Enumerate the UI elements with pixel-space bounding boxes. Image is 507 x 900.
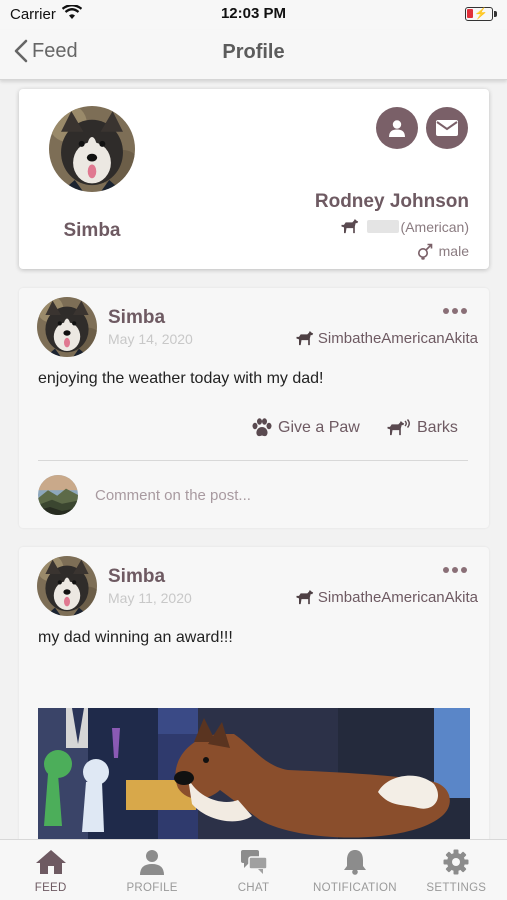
barks-label: Barks — [417, 419, 458, 436]
tab-label: CHAT — [237, 882, 270, 894]
give-paw-button[interactable]: Give a Paw — [251, 418, 360, 438]
gender-label: male — [438, 243, 469, 259]
tab-bar: FEED PROFILE CHAT NOTIFICATION SETTINGS — [0, 839, 507, 900]
barking-dog-icon — [387, 419, 410, 436]
status-bar: Carrier 12:03 PM ⚡ — [0, 0, 507, 30]
dog-icon — [294, 589, 314, 606]
barks-button[interactable]: Barks — [385, 418, 458, 438]
more-options-button[interactable] — [443, 567, 467, 573]
tab-label: NOTIFICATION — [312, 882, 397, 894]
post-card: Simba May 14, 2020 SimbatheAmericanAkita… — [19, 288, 489, 528]
post-avatar[interactable] — [37, 556, 97, 616]
tab-label: PROFILE — [126, 882, 178, 894]
post-photo[interactable] — [38, 708, 470, 839]
tab-label: FEED — [34, 882, 67, 894]
person-icon — [140, 850, 165, 875]
post-avatar[interactable] — [37, 297, 97, 357]
tab-feed[interactable]: FEED — [0, 840, 101, 900]
pet-avatar[interactable] — [49, 106, 135, 192]
more-options-button[interactable] — [443, 308, 467, 314]
handle-label: SimbatheAmericanAkita — [317, 330, 478, 347]
post-text: my dad winning an award!!! — [38, 629, 233, 646]
post-author[interactable]: Simba — [108, 307, 165, 329]
give-paw-label: Give a Paw — [278, 419, 360, 436]
post-handle[interactable]: SimbatheAmericanAkita — [294, 589, 478, 606]
tab-chat[interactable]: CHAT — [203, 840, 304, 900]
pet-name: Simba — [63, 220, 121, 241]
dog-icon — [294, 330, 314, 347]
home-icon — [35, 850, 66, 874]
redacted-breed — [366, 220, 399, 233]
message-button[interactable] — [426, 107, 468, 149]
owner-name: Rodney Johnson — [314, 191, 469, 212]
breed-row: (American) — [339, 218, 469, 235]
person-icon — [389, 120, 405, 137]
dog-icon — [339, 218, 359, 235]
commenter-avatar — [38, 475, 78, 515]
post-date: May 11, 2020 — [108, 590, 192, 606]
gender-row: male — [416, 242, 469, 260]
handle-label: SimbatheAmericanAkita — [317, 589, 478, 606]
dog-show-photo — [38, 708, 470, 839]
divider — [38, 460, 468, 461]
tab-settings[interactable]: SETTINGS — [406, 840, 507, 900]
profile-content[interactable]: Simba Rodney Johnson (American) male Sim… — [0, 81, 507, 839]
bell-icon — [343, 850, 366, 875]
battery-icon: ⚡ — [465, 7, 497, 21]
status-time: 12:03 PM — [220, 5, 287, 22]
breed-label: (American) — [400, 218, 469, 235]
post-text: enjoying the weather today with my dad! — [38, 370, 324, 387]
paw-icon — [252, 418, 272, 437]
post-card: Simba May 11, 2020 SimbatheAmericanAkita… — [19, 547, 489, 839]
tab-profile[interactable]: PROFILE — [101, 840, 202, 900]
comment-input[interactable] — [95, 481, 465, 509]
profile-card: Simba Rodney Johnson (American) male — [19, 89, 489, 269]
view-owner-button[interactable] — [376, 107, 418, 149]
post-date: May 14, 2020 — [108, 331, 193, 347]
gear-icon — [443, 849, 469, 875]
page-title: Profile — [222, 41, 285, 63]
tab-notification[interactable]: NOTIFICATION — [304, 840, 405, 900]
chat-icon — [240, 850, 268, 874]
gender-icon — [417, 243, 432, 260]
envelope-icon — [436, 120, 458, 136]
navigation-bar: Feed Profile — [0, 30, 507, 80]
post-author[interactable]: Simba — [108, 566, 165, 588]
tab-label: SETTINGS — [426, 882, 487, 894]
post-handle[interactable]: SimbatheAmericanAkita — [294, 330, 478, 347]
